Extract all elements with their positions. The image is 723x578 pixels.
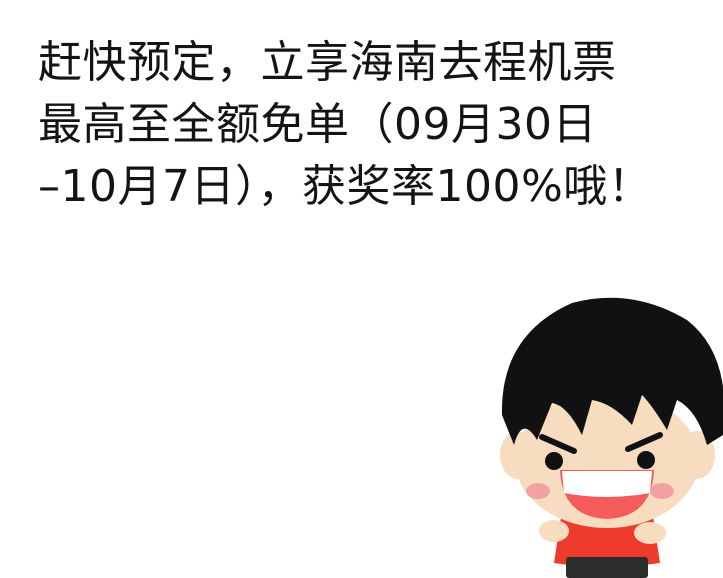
sticker-right-cheek [650,483,674,499]
sticker-pants [566,557,648,578]
sticker-right-arm [634,522,666,544]
message-text: 赶快预定，立享海南去程机票 最高至全额免单（09月30日 –10月7日），获奖率… [38,32,678,218]
sticker-left-arm [539,520,569,542]
message-line-2: 最高至全额免单（09月30日 [38,99,597,150]
sticker-teeth [562,471,652,497]
message-line-1: 赶快预定，立享海南去程机票 [38,37,617,88]
cartoon-boy-sticker-icon [500,297,723,578]
sticker-right-eye [637,451,655,469]
message-line-3: –10月7日），获奖率100%哦！ [38,161,653,212]
sticker-left-cheek [526,483,550,499]
sticker-left-eye [545,452,563,470]
